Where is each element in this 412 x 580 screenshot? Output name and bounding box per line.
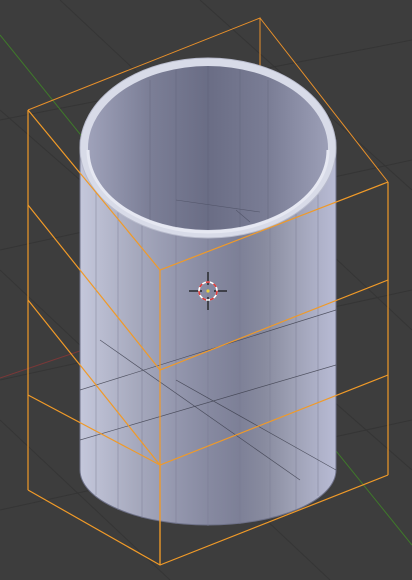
viewport-canvas[interactable] [0,0,412,580]
3d-viewport[interactable] [0,0,412,580]
